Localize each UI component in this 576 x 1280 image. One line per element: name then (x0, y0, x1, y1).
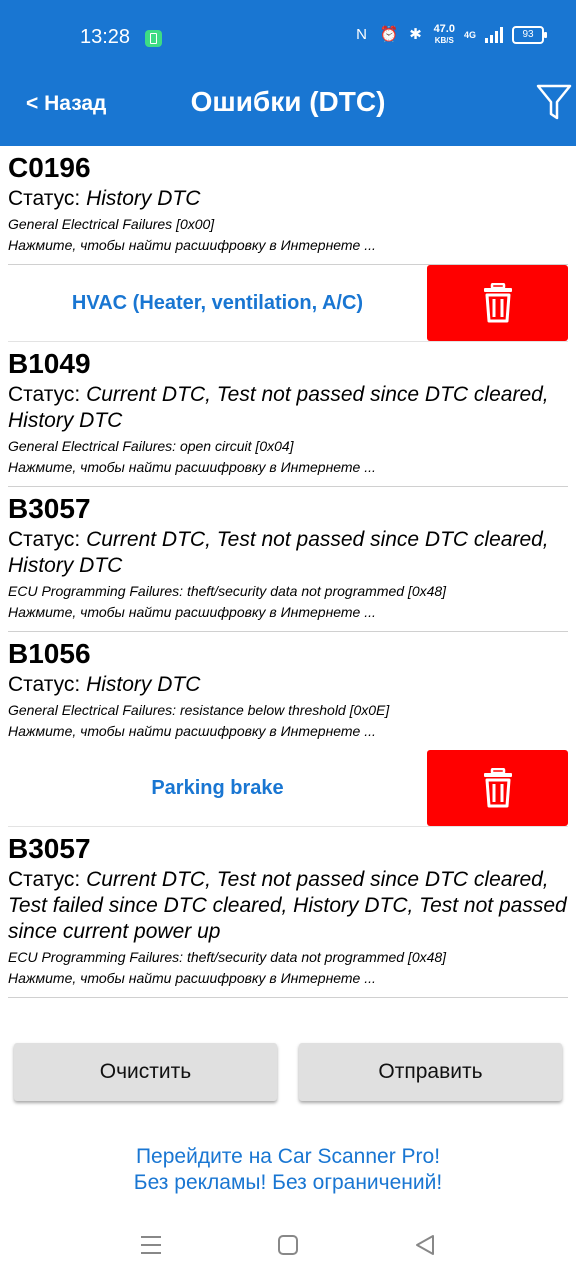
status-icons: Ν ⏰ ✱ 47.0 KB/S 4G 93 (353, 24, 547, 46)
search-online-link[interactable]: Нажмите, чтобы найти расшифровку в Интер… (8, 720, 568, 742)
home-icon[interactable] (277, 1234, 299, 1256)
promo-line-2: Без рекламы! Без ограничений! (133, 1171, 443, 1194)
nfc-icon: Ν (356, 26, 367, 43)
status-label: Статус: (8, 868, 87, 891)
alarm-icon: ⏰ (379, 26, 399, 43)
back-nav-icon[interactable] (414, 1234, 436, 1256)
dtc-code: B3057 (8, 493, 91, 524)
dtc-status: Статус: History DTC (8, 672, 568, 698)
signal-icon (485, 27, 503, 43)
section-header-parking-brake: Parking brake (8, 750, 568, 827)
trash-icon (483, 283, 512, 323)
clear-button[interactable]: Очистить (14, 1043, 277, 1101)
dtc-description: General Electrical Failures: resistance … (8, 702, 390, 718)
dtc-item[interactable]: C0196 Статус: History DTC General Electr… (8, 146, 568, 265)
status-value: Current DTC, Test not passed since DTC c… (8, 383, 549, 432)
dtc-code: B3057 (8, 833, 91, 864)
dtc-item[interactable]: B1049 Статус: Current DTC, Test not pass… (8, 342, 568, 487)
network-speed-unit: KB/S (434, 36, 454, 45)
dtc-status: Статус: Current DTC, Test not passed sin… (8, 382, 568, 434)
trash-icon (483, 768, 512, 808)
section-title: Parking brake (151, 776, 284, 799)
search-online-link[interactable]: Нажмите, чтобы найти расшифровку в Интер… (8, 601, 568, 623)
delete-button[interactable] (427, 265, 568, 341)
dtc-status: Статус: Current DTC, Test not passed sin… (8, 867, 568, 945)
status-time: 13:28 (80, 26, 131, 48)
dtc-item[interactable]: B1056 Статус: History DTC General Electr… (8, 632, 568, 750)
section-title: HVAC (Heater, ventilation, A/C) (71, 291, 364, 314)
status-label: Статус: (8, 528, 87, 551)
dtc-status: Статус: History DTC (8, 186, 568, 212)
system-nav-bar (0, 1210, 576, 1280)
status-value: Current DTC, Test not passed since DTC c… (8, 868, 567, 943)
section-header-hvac: HVAC (Heater, ventilation, A/C) (8, 265, 568, 342)
status-value: History DTC (86, 187, 201, 210)
action-buttons: Очистить Отправить (14, 1043, 562, 1103)
send-button[interactable]: Отправить (299, 1043, 562, 1101)
dtc-list: C0196 Статус: History DTC General Electr… (0, 146, 576, 998)
status-label: Статус: (8, 383, 87, 406)
network-type: 4G (463, 30, 476, 40)
dtc-code: B1049 (8, 348, 91, 379)
dtc-code: B1056 (8, 638, 91, 669)
search-online-link[interactable]: Нажмите, чтобы найти расшифровку в Интер… (8, 967, 568, 989)
dtc-description: General Electrical Failures: open circui… (8, 438, 294, 454)
status-value: History DTC (86, 673, 201, 696)
search-online-link[interactable]: Нажмите, чтобы найти расшифровку в Интер… (8, 456, 568, 478)
search-online-link[interactable]: Нажмите, чтобы найти расшифровку в Интер… (8, 234, 568, 256)
status-label: Статус: (8, 187, 87, 210)
pro-promo-link[interactable]: Перейдите на Car Scanner Pro! Без реклам… (0, 1144, 576, 1196)
battery-level: 93 (512, 26, 547, 44)
dtc-code: C0196 (8, 152, 91, 183)
battery-saver-icon (145, 30, 162, 47)
status-value: Current DTC, Test not passed since DTC c… (8, 528, 549, 577)
network-speed: 47.0 KB/S (434, 24, 455, 46)
dtc-status: Статус: Current DTC, Test not passed sin… (8, 527, 568, 579)
bluetooth-icon: ✱ (409, 26, 422, 43)
network-speed-value: 47.0 (433, 23, 455, 35)
page-title: Ошибки (DTC) (190, 86, 386, 117)
dtc-description: General Electrical Failures [0x00] (8, 216, 215, 232)
status-bar: 13:28 Ν ⏰ ✱ 47.0 KB/S 4G 93 (0, 0, 576, 72)
promo-line-1: Перейдите на Car Scanner Pro! (135, 1145, 441, 1168)
dtc-item[interactable]: B3057 Статус: Current DTC, Test not pass… (8, 827, 568, 998)
dtc-description: ECU Programming Failures: theft/security… (8, 949, 447, 965)
filter-icon[interactable] (536, 80, 572, 122)
dtc-description: ECU Programming Failures: theft/security… (8, 583, 447, 599)
menu-icon[interactable] (140, 1234, 162, 1256)
delete-button[interactable] (427, 750, 568, 826)
app-bar: < Назад Ошибки (DTC) (0, 72, 576, 146)
dtc-item[interactable]: B3057 Статус: Current DTC, Test not pass… (8, 487, 568, 632)
status-label: Статус: (8, 673, 87, 696)
